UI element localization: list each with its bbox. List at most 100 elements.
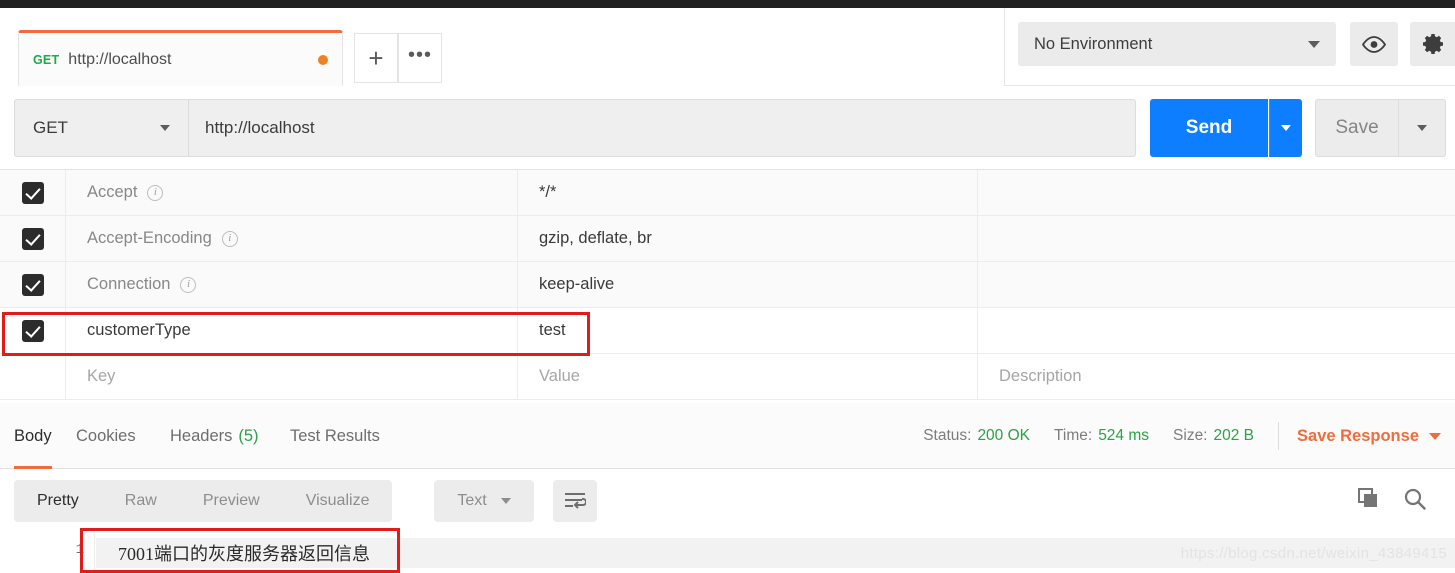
tab-cookies[interactable]: Cookies <box>76 403 136 469</box>
row-checkbox[interactable] <box>22 228 44 250</box>
row-key-cell[interactable]: customerType <box>66 308 518 353</box>
http-method-label: GET <box>33 118 160 138</box>
row-checkbox[interactable] <box>22 320 44 342</box>
header-key: customerType <box>87 321 191 340</box>
http-method-selector[interactable]: GET <box>14 99 188 157</box>
body-format-label: Text <box>457 492 486 510</box>
row-enabled-cell <box>0 354 66 399</box>
search-button[interactable] <box>1403 487 1427 516</box>
plus-icon: + <box>368 45 383 71</box>
time-label: Time: <box>1054 427 1092 444</box>
row-value-cell[interactable]: gzip, deflate, br <box>518 216 978 261</box>
row-description-cell[interactable] <box>978 308 1455 353</box>
tab-test-results-label: Test Results <box>290 427 380 446</box>
size-badge: Size:202 B <box>1173 427 1254 445</box>
body-view-switcher: Pretty Raw Preview Visualize <box>14 480 392 522</box>
environment-selector[interactable]: No Environment <box>1018 22 1336 66</box>
unsaved-changes-dot-icon <box>318 55 328 65</box>
header-value: */* <box>539 183 556 202</box>
row-key-cell[interactable]: Accept-Encoding i <box>66 216 518 261</box>
request-tab[interactable]: GET http://localhost <box>18 30 343 86</box>
request-tabs-area: GET http://localhost + ••• <box>0 8 1005 86</box>
table-row[interactable]: customerType test <box>0 308 1455 354</box>
table-row[interactable]: Accept-Encoding i gzip, deflate, br <box>0 216 1455 262</box>
status-value: 200 OK <box>977 427 1030 444</box>
row-checkbox[interactable] <box>22 366 44 388</box>
word-wrap-icon <box>564 492 586 510</box>
new-row-key-input[interactable]: Key <box>66 354 518 399</box>
copy-button[interactable] <box>1357 487 1381 516</box>
row-value-cell[interactable]: keep-alive <box>518 262 978 307</box>
body-actions <box>1357 480 1427 522</box>
chevron-down-icon <box>501 498 511 504</box>
view-raw-button[interactable]: Raw <box>102 480 180 522</box>
table-row[interactable]: Accept i */* <box>0 170 1455 216</box>
request-url-bar: GET http://localhost Send Save <box>0 87 1455 169</box>
line-number: 1 <box>76 542 84 558</box>
header-value: gzip, deflate, br <box>539 229 652 248</box>
description-placeholder: Description <box>999 367 1082 386</box>
send-button-label: Send <box>1186 117 1232 139</box>
tab-headers-label: Headers <box>170 427 232 446</box>
copy-icon <box>1357 487 1381 511</box>
row-description-cell[interactable] <box>978 170 1455 215</box>
status-label: Status: <box>923 427 971 444</box>
request-tab-url: http://localhost <box>68 51 171 69</box>
header-key: Connection <box>87 275 170 294</box>
response-body-toolbar: Pretty Raw Preview Visualize Text <box>0 469 1455 533</box>
new-row-description-input[interactable]: Description <box>978 354 1455 399</box>
view-pretty-button[interactable]: Pretty <box>14 480 102 522</box>
settings-button[interactable] <box>1410 22 1455 66</box>
watermark: https://blog.csdn.net/weixin_43849415 <box>1181 545 1447 562</box>
tab-test-results[interactable]: Test Results <box>290 403 380 469</box>
tab-headers[interactable]: Headers (5) <box>170 403 259 469</box>
new-tab-button[interactable]: + <box>354 33 398 83</box>
tab-options-button[interactable]: ••• <box>398 33 442 83</box>
info-icon[interactable]: i <box>180 277 196 293</box>
eye-icon <box>1361 36 1387 53</box>
save-options-button[interactable] <box>1398 99 1446 157</box>
response-meta: Status: 200 OK Time:524 ms Size:202 B Sav… <box>923 403 1441 469</box>
chevron-down-icon <box>1429 433 1441 440</box>
save-request-button[interactable]: Save <box>1315 99 1398 157</box>
header-value: test <box>539 321 566 340</box>
table-row[interactable]: Connection i keep-alive <box>0 262 1455 308</box>
send-options-button[interactable] <box>1269 99 1302 157</box>
row-description-cell[interactable] <box>978 262 1455 307</box>
environment-area: No Environment <box>1006 8 1455 86</box>
ellipsis-icon: ••• <box>408 50 432 60</box>
row-description-cell[interactable] <box>978 216 1455 261</box>
chevron-down-icon <box>1281 125 1291 131</box>
header-value: keep-alive <box>539 275 614 294</box>
chevron-down-icon <box>1417 125 1427 131</box>
status-badge: Status: 200 OK <box>923 427 1030 445</box>
body-format-selector[interactable]: Text <box>434 480 534 522</box>
word-wrap-button[interactable] <box>553 480 597 522</box>
row-enabled-cell <box>0 216 66 261</box>
row-key-cell[interactable]: Connection i <box>66 262 518 307</box>
new-row-value-input[interactable]: Value <box>518 354 978 399</box>
info-icon[interactable]: i <box>147 185 163 201</box>
view-visualize-button[interactable]: Visualize <box>283 480 393 522</box>
value-placeholder: Value <box>539 367 580 386</box>
row-checkbox[interactable] <box>22 182 44 204</box>
url-input-value: http://localhost <box>205 118 315 138</box>
row-value-cell[interactable]: test <box>518 308 978 353</box>
row-key-cell[interactable]: Accept i <box>66 170 518 215</box>
tab-body[interactable]: Body <box>14 403 52 469</box>
send-button[interactable]: Send <box>1150 99 1268 157</box>
row-checkbox[interactable] <box>22 274 44 296</box>
save-response-button[interactable]: Save Response <box>1297 427 1441 446</box>
tab-strip: GET http://localhost + ••• No Environmen… <box>0 8 1455 86</box>
view-preview-button[interactable]: Preview <box>180 480 283 522</box>
table-row-new[interactable]: Key Value Description <box>0 354 1455 400</box>
size-value: 202 B <box>1214 427 1255 444</box>
row-value-cell[interactable]: */* <box>518 170 978 215</box>
environment-quick-look-button[interactable] <box>1350 22 1398 66</box>
url-input[interactable]: http://localhost <box>188 99 1136 157</box>
response-tab-bar: Body Cookies Headers (5) Test Results St… <box>0 403 1455 469</box>
row-enabled-cell <box>0 308 66 353</box>
time-badge: Time:524 ms <box>1054 427 1149 445</box>
info-icon[interactable]: i <box>222 231 238 247</box>
request-tab-method: GET <box>33 53 59 67</box>
